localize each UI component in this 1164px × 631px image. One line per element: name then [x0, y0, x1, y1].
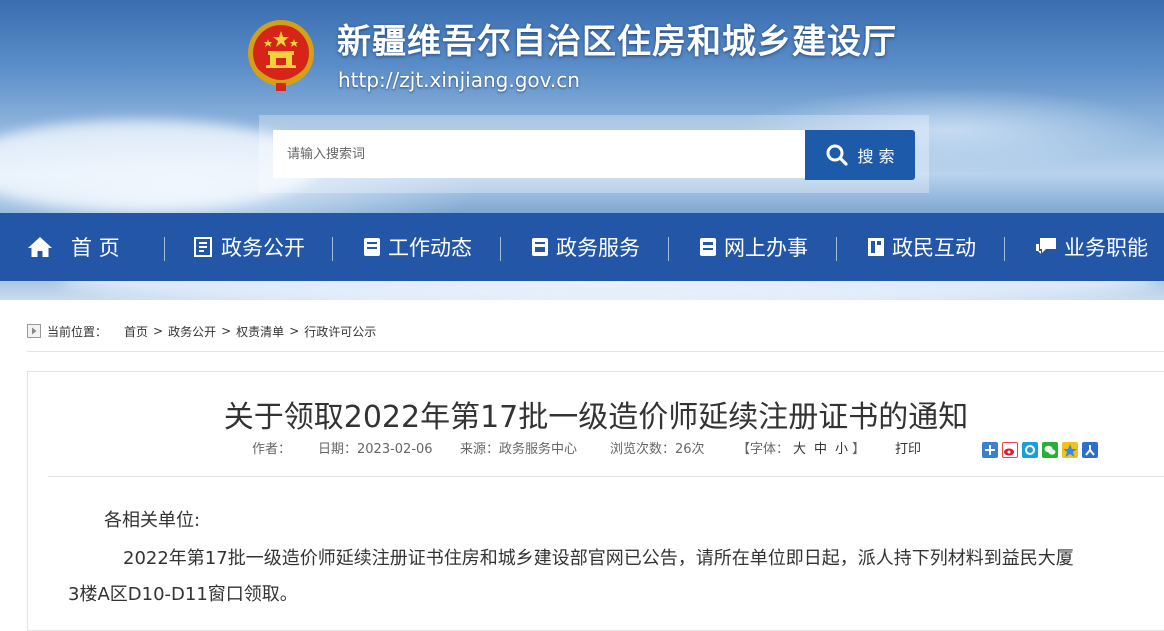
font-medium-link[interactable]: 中: [814, 442, 827, 457]
online-icon: [700, 238, 716, 256]
interaction-icon: [868, 238, 884, 256]
breadcrumb-link-home[interactable]: 首页: [124, 323, 148, 340]
wechat-icon[interactable]: [1042, 442, 1058, 458]
search-bar: 搜 索: [259, 115, 929, 193]
qq-icon[interactable]: [1062, 442, 1078, 458]
document-icon: [194, 237, 212, 257]
search-button-label: 搜 索: [857, 147, 895, 166]
print-link[interactable]: 打印: [895, 438, 921, 457]
nav-item-work-news[interactable]: 工作动态: [362, 213, 472, 281]
nav-divider: [164, 237, 165, 261]
main-nav: 首 页 政务公开 工作动态 政务服务 网上办事 政民互动 业务职能: [0, 213, 1164, 281]
share-more-icon[interactable]: [982, 442, 998, 458]
nav-item-gov-service[interactable]: 政务服务: [530, 213, 640, 281]
font-size-close: 】: [852, 442, 866, 457]
breadcrumb-link-admin-license[interactable]: 行政许可公示: [304, 323, 376, 340]
qzone-icon[interactable]: [1022, 442, 1038, 458]
nav-divider: [1004, 237, 1005, 261]
breadcrumb-divider: [27, 351, 1164, 352]
search-button[interactable]: 搜 索: [805, 130, 915, 180]
font-size-control: 【字体：大中小】: [737, 438, 865, 457]
source-value: 政务服务中心: [499, 442, 578, 457]
search-icon: [826, 144, 849, 166]
nav-label: 政民互动: [892, 236, 976, 260]
article-paragraph: 2022年第17批一级造价师延续注册证书住房和城乡建设部官网已公告，请所在单位即…: [123, 548, 1074, 569]
nav-label: 网上办事: [724, 236, 808, 260]
article-divider: [48, 476, 1164, 477]
nav-item-business-functions[interactable]: 业务职能: [1034, 213, 1148, 281]
site-title: 新疆维吾尔自治区住房和城乡建设厅: [337, 22, 897, 62]
meta-date: 日期：2023-02-06: [318, 438, 433, 457]
nav-divider: [668, 237, 669, 261]
views-label: 浏览次数：: [610, 442, 676, 457]
breadcrumb: 当前位置： 首页 > 政务公开 > 权责清单 > 行政许可公示: [27, 320, 376, 342]
site-url: http://zjt.xinjiang.gov.cn: [338, 68, 580, 92]
news-icon: [364, 238, 380, 256]
nav-divider: [836, 237, 837, 261]
nav-label: 业务职能: [1064, 236, 1148, 260]
nav-item-online-service[interactable]: 网上办事: [698, 213, 808, 281]
date-label: 日期：: [318, 442, 358, 457]
service-icon: [532, 238, 548, 256]
renren-icon[interactable]: [1082, 442, 1098, 458]
article-paragraph-continued: 3楼A区D10-D11窗口领取。: [68, 584, 298, 605]
home-icon: [28, 237, 52, 257]
nav-label: 首 页: [71, 236, 120, 260]
national-emblem-logo: [248, 20, 314, 91]
nav-label: 政务公开: [221, 236, 305, 260]
nav-label: 工作动态: [388, 236, 472, 260]
article-title: 关于领取2022年第17批一级造价师延续注册证书的通知: [223, 400, 969, 435]
breadcrumb-separator: >: [153, 324, 164, 338]
author-label: 作者：: [252, 442, 292, 457]
nav-item-home[interactable]: 首 页: [27, 213, 120, 281]
breadcrumb-separator: >: [221, 324, 232, 338]
nav-divider: [500, 237, 501, 261]
font-small-link[interactable]: 小: [835, 442, 848, 457]
breadcrumb-link-affairs-public[interactable]: 政务公开: [168, 323, 216, 340]
nav-divider: [332, 237, 333, 261]
location-icon: [27, 324, 41, 338]
views-value: 26次: [675, 442, 705, 457]
meta-views: 浏览次数：26次: [610, 438, 705, 457]
share-bar: [982, 442, 1098, 458]
nav-item-interaction[interactable]: 政民互动: [866, 213, 976, 281]
nav-label: 政务服务: [556, 236, 640, 260]
source-label: 来源：: [460, 442, 500, 457]
date-value: 2023-02-06: [357, 442, 433, 457]
chat-icon: [1036, 238, 1056, 254]
weibo-icon[interactable]: [1002, 442, 1018, 458]
breadcrumb-label: 当前位置：: [47, 324, 108, 339]
meta-source: 来源：政务服务中心: [460, 438, 577, 457]
nav-item-affairs-public[interactable]: 政务公开: [193, 213, 305, 281]
meta-author: 作者：: [252, 438, 291, 457]
font-large-link[interactable]: 大: [793, 442, 806, 457]
breadcrumb-separator: >: [289, 324, 300, 338]
breadcrumb-link-power-list[interactable]: 权责清单: [236, 323, 284, 340]
article-greeting: 各相关单位:: [104, 510, 201, 531]
font-size-label: 【字体：: [737, 442, 790, 457]
search-input[interactable]: [273, 130, 805, 178]
